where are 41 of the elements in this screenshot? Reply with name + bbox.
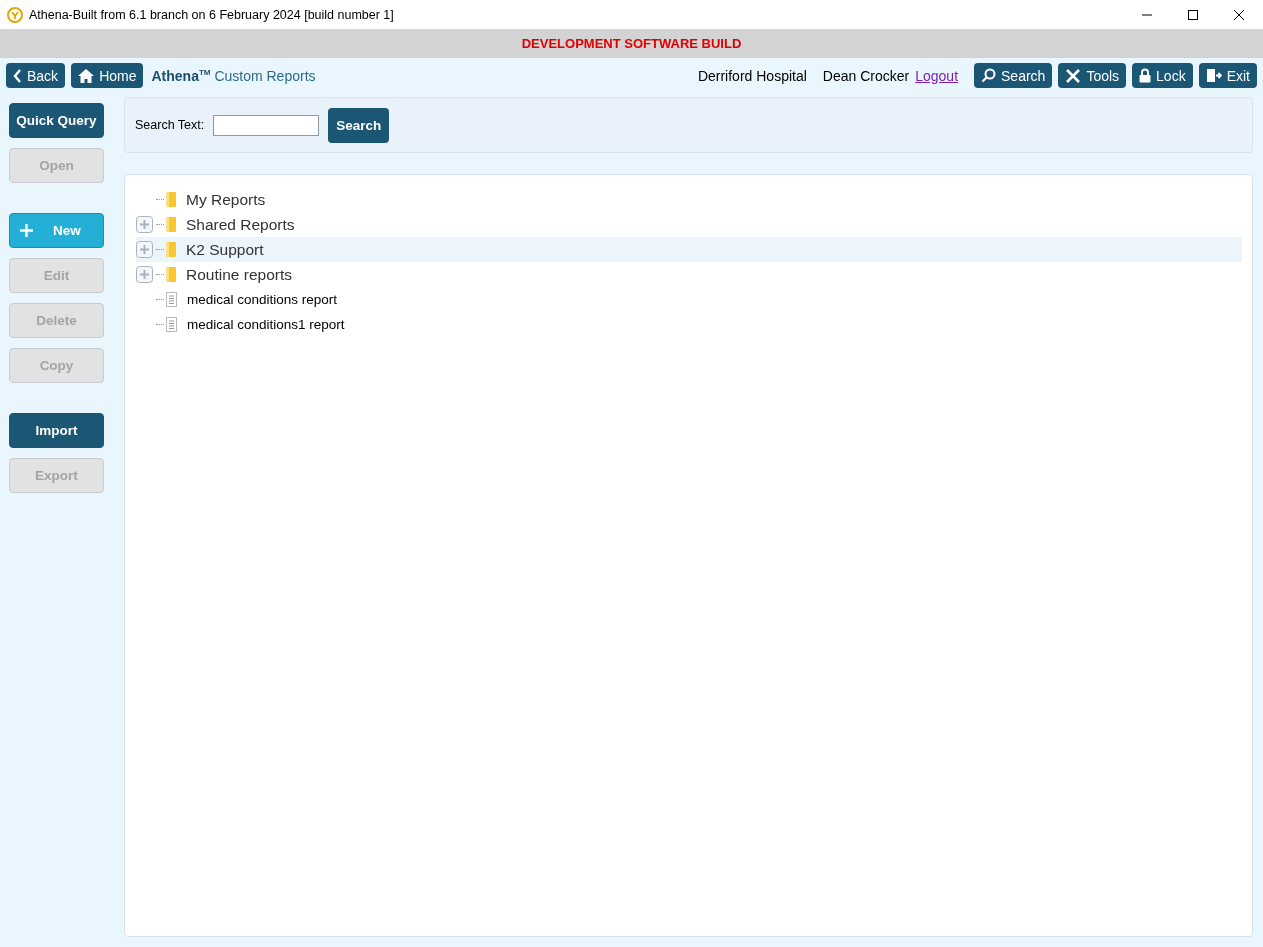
folder-icon bbox=[166, 217, 176, 232]
development-build-banner: DEVELOPMENT SOFTWARE BUILD bbox=[0, 29, 1263, 58]
search-text-label: Search Text: bbox=[135, 118, 205, 132]
folder-icon bbox=[166, 192, 176, 207]
search-button[interactable]: Search bbox=[974, 63, 1053, 88]
logout-link[interactable]: Logout bbox=[915, 67, 959, 84]
folder-icon bbox=[166, 267, 176, 282]
expand-icon[interactable] bbox=[136, 241, 153, 258]
search-text-field[interactable] bbox=[213, 114, 320, 136]
page-heading: Athena$^{TM}$ Custom Reports bbox=[151, 67, 316, 84]
chevron-left-icon bbox=[13, 68, 22, 83]
tree-row[interactable]: Shared Reports bbox=[136, 212, 1242, 237]
search-submit-button[interactable]: Search bbox=[328, 107, 390, 143]
tree-row[interactable]: Routine reports bbox=[136, 262, 1242, 287]
tree-row[interactable]: medical conditions report bbox=[136, 287, 1242, 312]
tree-row[interactable]: medical conditions1 report bbox=[136, 312, 1242, 337]
home-icon bbox=[78, 68, 95, 83]
maximize-icon[interactable] bbox=[1187, 8, 1199, 21]
app-logo-icon bbox=[7, 6, 23, 23]
exit-button[interactable]: Exit bbox=[1198, 63, 1257, 88]
close-icon[interactable] bbox=[1233, 8, 1245, 21]
expand-icon[interactable] bbox=[136, 216, 153, 233]
lock-button[interactable]: Lock bbox=[1132, 63, 1193, 88]
padlock-icon bbox=[1139, 68, 1152, 83]
document-icon bbox=[166, 292, 177, 307]
exit-door-icon bbox=[1205, 68, 1222, 83]
expand-icon[interactable] bbox=[136, 266, 153, 283]
document-icon bbox=[166, 317, 177, 332]
home-button[interactable]: Home bbox=[71, 63, 144, 88]
window-title: Athena-Built from 6.1 branch on 6 February 2024 [build number 1] bbox=[29, 7, 394, 22]
tools-button[interactable]: Tools bbox=[1058, 63, 1127, 88]
hospital-name: Derriford Hospital bbox=[697, 67, 807, 84]
search-icon bbox=[981, 68, 997, 83]
tree-row[interactable]: My Reports bbox=[136, 187, 1242, 212]
selected-tree-row[interactable]: K2 Support bbox=[136, 237, 1242, 262]
plus-icon bbox=[20, 224, 33, 237]
user-name: Dean Crocker bbox=[822, 67, 910, 84]
sidebar-button[interactable]: Import bbox=[9, 413, 104, 448]
folder-icon bbox=[166, 242, 176, 257]
sidebar-button[interactable]: Quick Query bbox=[9, 103, 104, 138]
back-button[interactable]: Back bbox=[6, 63, 66, 88]
